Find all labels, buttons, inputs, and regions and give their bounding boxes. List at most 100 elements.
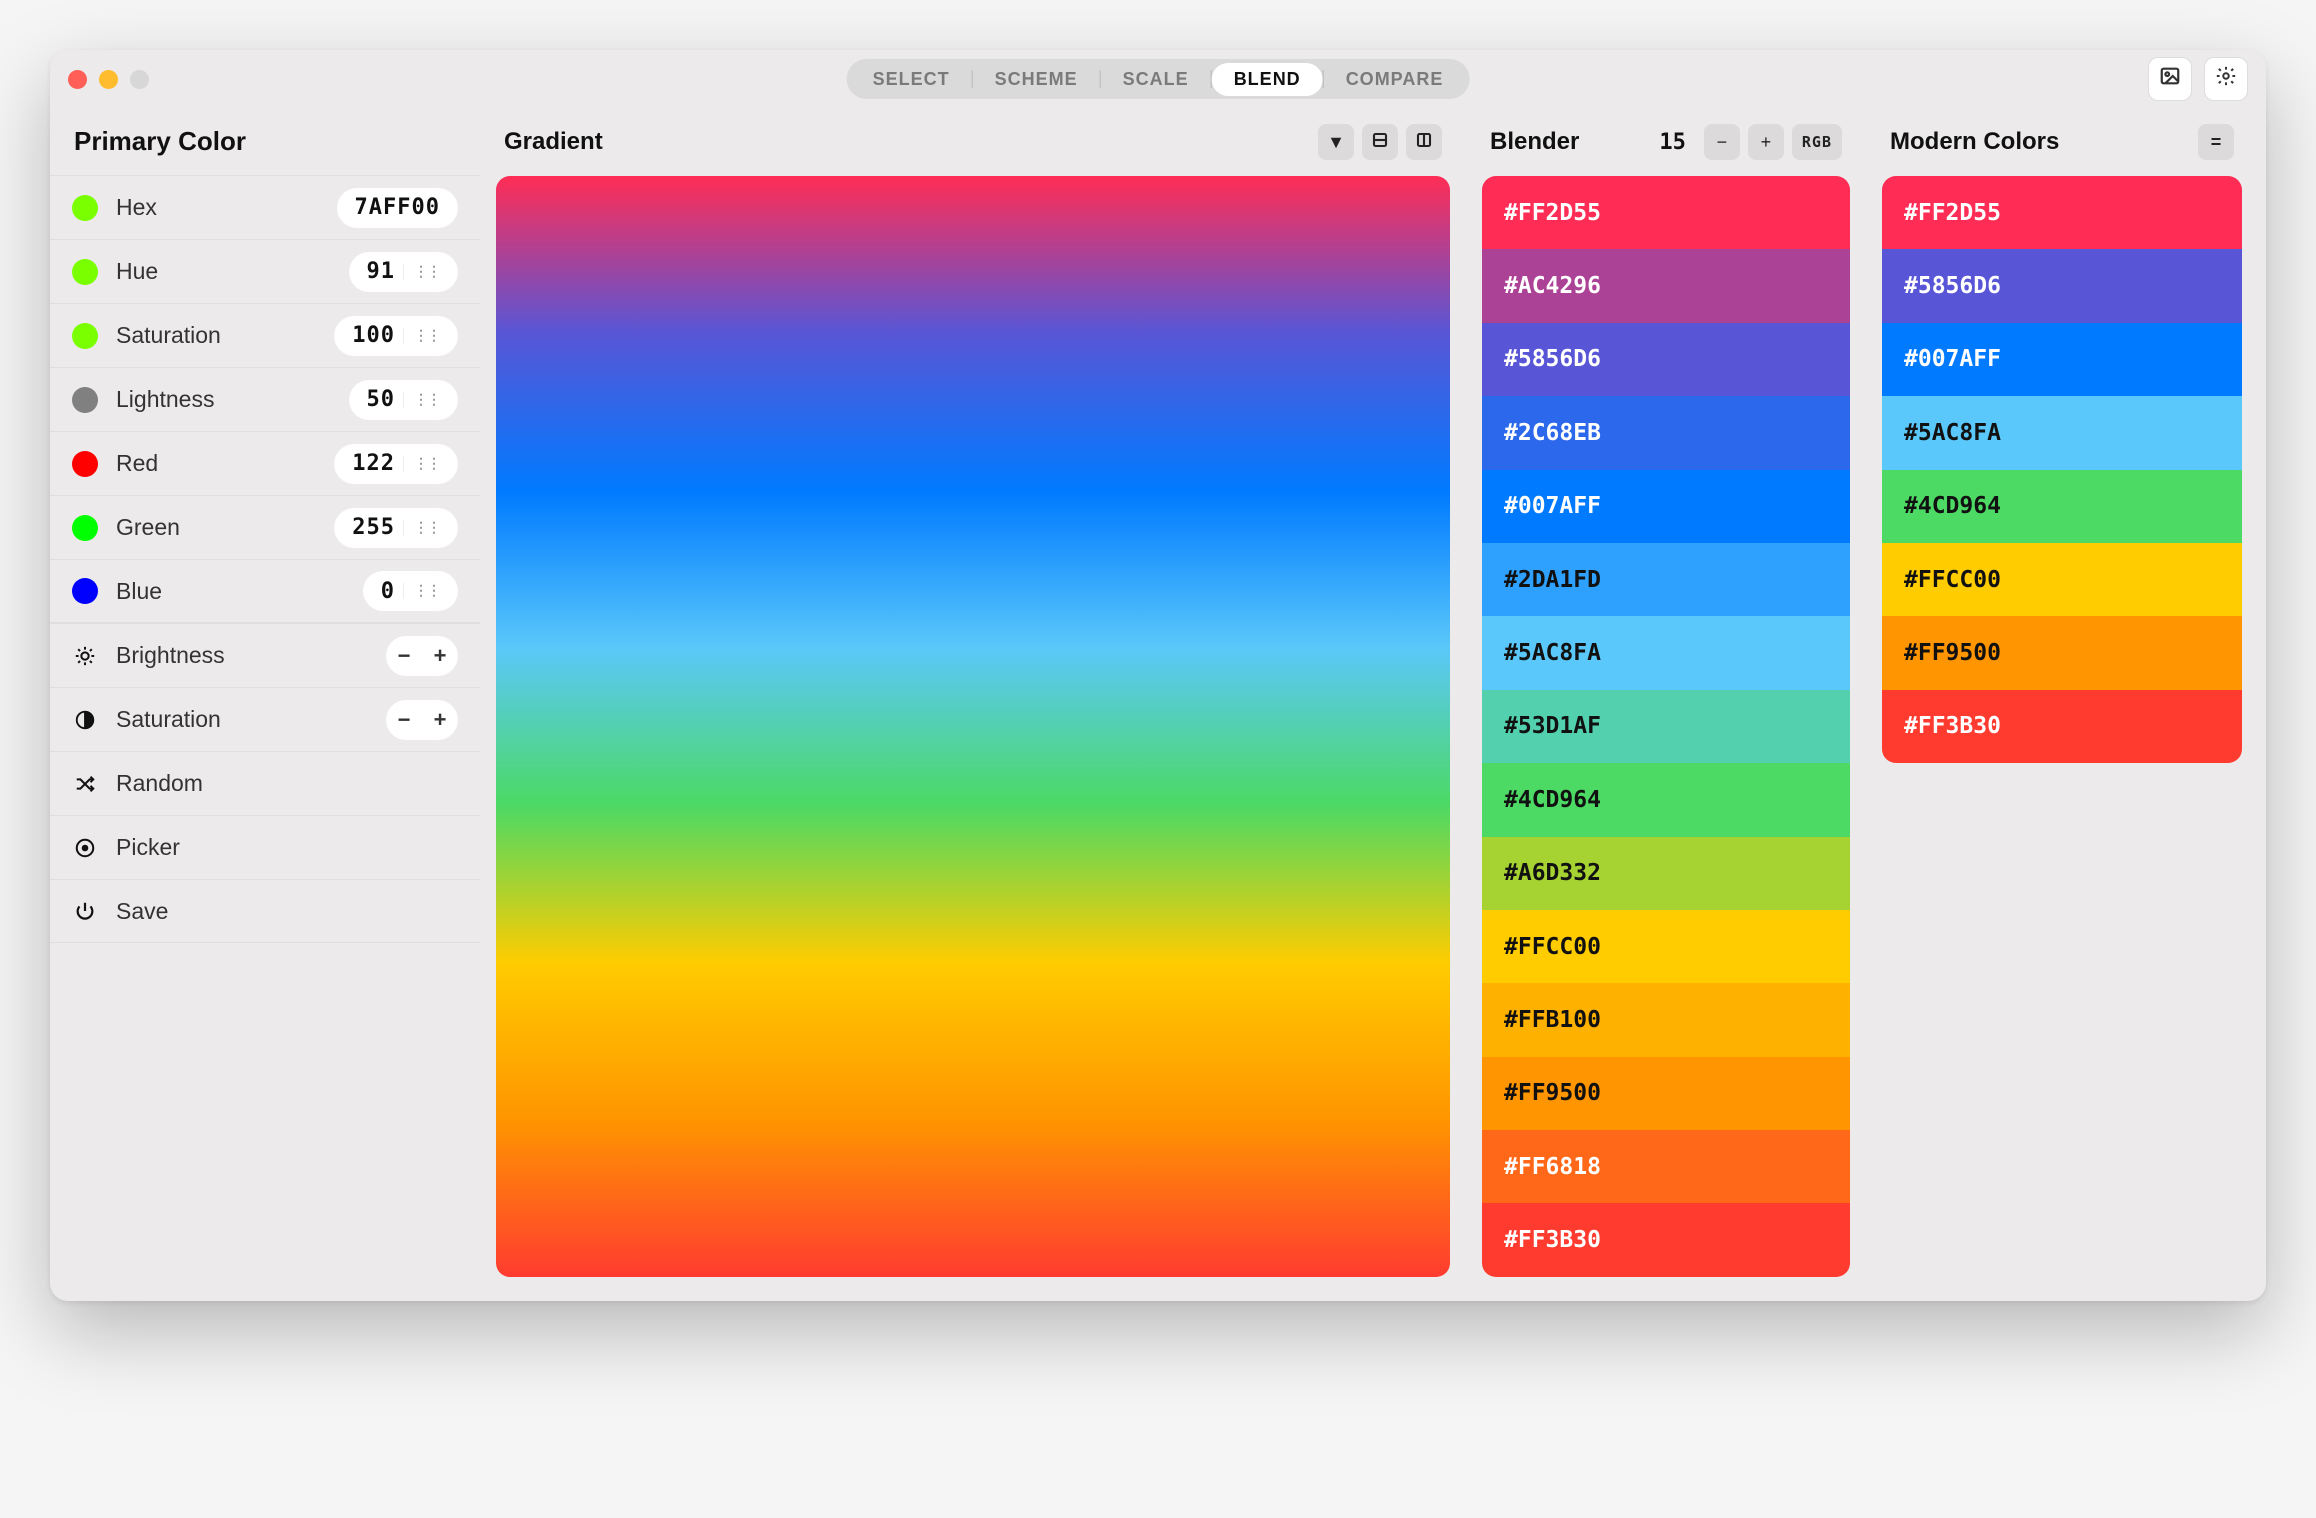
swatch-hex [72, 195, 98, 221]
modern-swatch[interactable]: #5AC8FA [1882, 396, 2242, 469]
tab-scheme[interactable]: SCHEME [973, 63, 1100, 96]
blender-increment-button[interactable]: + [1748, 124, 1784, 160]
label-blue: Blue [116, 578, 162, 605]
zoom-window-button[interactable] [130, 70, 149, 89]
saturation-value-pill[interactable]: 100⋮⋮ [334, 316, 458, 356]
blender-swatch-list: #FF2D55#AC4296#5856D6#2C68EB#007AFF#2DA1… [1482, 176, 1850, 1277]
blender-swatch[interactable]: #AC4296 [1482, 249, 1850, 322]
brightness-decrement-button[interactable]: − [386, 643, 422, 669]
swatch-hue [72, 259, 98, 285]
drag-handle-icon[interactable]: ⋮⋮ [403, 264, 440, 280]
sidebar-action-save[interactable]: Save [50, 879, 480, 943]
blender-swatch[interactable]: #007AFF [1482, 470, 1850, 543]
red-value-pill[interactable]: 122⋮⋮ [334, 444, 458, 484]
sidebar-row-hex: Hex 7AFF00 [50, 175, 480, 239]
sidebar-action-saturation2: Saturation−+ [50, 687, 480, 751]
sidebar-row-lightness: Lightness 50⋮⋮ [50, 367, 480, 431]
blender-panel: Blender 15 − + RGB #FF2D55#AC4296#5856D6… [1466, 108, 1866, 1277]
target-icon [72, 835, 98, 861]
blender-swatch[interactable]: #FF6818 [1482, 1130, 1850, 1203]
brightness-increment-button[interactable]: + [422, 643, 458, 669]
blender-swatch[interactable]: #FFB100 [1482, 983, 1850, 1056]
drag-handle-icon[interactable]: ⋮⋮ [403, 583, 440, 599]
gradient-preview [496, 176, 1450, 1277]
blender-decrement-button[interactable]: − [1704, 124, 1740, 160]
minimize-window-button[interactable] [99, 70, 118, 89]
label-hue: Hue [116, 258, 158, 285]
plus-icon: + [1761, 132, 1772, 153]
blender-swatch[interactable]: #FFCC00 [1482, 910, 1850, 983]
sidebar-action-random[interactable]: Random [50, 751, 480, 815]
blender-swatch[interactable]: #FF2D55 [1482, 176, 1850, 249]
modern-swatch[interactable]: #FF3B30 [1882, 690, 2242, 763]
app-body: Primary Color Hex7AFF00Hue91⋮⋮Saturation… [50, 108, 2266, 1301]
sidebar-action-picker[interactable]: Picker [50, 815, 480, 879]
modern-swatch[interactable]: #FFCC00 [1882, 543, 2242, 616]
brightness-icon [72, 643, 98, 669]
green-value-pill[interactable]: 255⋮⋮ [334, 508, 458, 548]
drag-handle-icon[interactable]: ⋮⋮ [403, 328, 440, 344]
settings-button[interactable] [2204, 57, 2248, 101]
modern-collapse-button[interactable]: = [2198, 124, 2234, 160]
tab-scale[interactable]: SCALE [1101, 63, 1211, 96]
blender-swatch[interactable]: #2C68EB [1482, 396, 1850, 469]
modern-swatch[interactable]: #007AFF [1882, 323, 2242, 396]
blender-swatch[interactable]: #5856D6 [1482, 323, 1850, 396]
swatch-blue [72, 578, 98, 604]
saturation2-decrement-button[interactable]: − [386, 707, 422, 733]
lightness-value-pill[interactable]: 50⋮⋮ [349, 380, 459, 420]
gradient-vertical-button[interactable] [1406, 124, 1442, 160]
swatch-saturation [72, 323, 98, 349]
gear-icon [2215, 65, 2237, 93]
blender-swatch[interactable]: #FF9500 [1482, 1057, 1850, 1130]
saturation2-increment-button[interactable]: + [422, 707, 458, 733]
label-lightness: Lightness [116, 386, 214, 413]
modern-title: Modern Colors [1890, 128, 2059, 156]
modern-swatch-list: #FF2D55#5856D6#007AFF#5AC8FA#4CD964#FFCC… [1882, 176, 2242, 763]
modern-swatch[interactable]: #4CD964 [1882, 470, 2242, 543]
drag-handle-icon[interactable]: ⋮⋮ [403, 456, 440, 472]
blender-mode-button[interactable]: RGB [1792, 124, 1842, 160]
modern-swatch[interactable]: #5856D6 [1882, 249, 2242, 322]
hue-value-pill[interactable]: 91⋮⋮ [349, 252, 459, 292]
image-button[interactable] [2148, 57, 2192, 101]
blender-swatch[interactable]: #4CD964 [1482, 763, 1850, 836]
gradient-horizontal-button[interactable] [1362, 124, 1398, 160]
hex-value-pill[interactable]: 7AFF00 [337, 188, 458, 228]
label-green: Green [116, 514, 180, 541]
tab-select[interactable]: SELECT [851, 63, 972, 96]
blue-value-pill[interactable]: 0⋮⋮ [363, 571, 458, 611]
sidebar-row-hue: Hue 91⋮⋮ [50, 239, 480, 303]
tab-compare[interactable]: COMPARE [1324, 63, 1466, 96]
horizontal-split-icon [1371, 131, 1389, 154]
close-window-button[interactable] [68, 70, 87, 89]
blender-swatch[interactable]: #53D1AF [1482, 690, 1850, 763]
label-saturation: Saturation [116, 322, 221, 349]
label-red: Red [116, 450, 158, 477]
gradient-dropdown-button[interactable]: ▼ [1318, 124, 1354, 160]
mode-tabs: SELECTSCHEMESCALEBLENDCOMPARE [847, 59, 1470, 99]
minus-icon: − [1717, 132, 1728, 153]
app-window: SELECTSCHEMESCALEBLENDCOMPARE [50, 50, 2266, 1301]
modern-swatch[interactable]: #FF9500 [1882, 616, 2242, 689]
vertical-split-icon [1415, 131, 1433, 154]
label-brightness: Brightness [116, 642, 225, 669]
blender-swatch[interactable]: #A6D332 [1482, 837, 1850, 910]
blender-swatch[interactable]: #FF3B30 [1482, 1203, 1850, 1276]
saturation-value: 100 [352, 323, 403, 348]
modern-swatch[interactable]: #FF2D55 [1882, 176, 2242, 249]
shuffle-icon [72, 771, 98, 797]
drag-handle-icon[interactable]: ⋮⋮ [403, 520, 440, 536]
swatch-lightness [72, 387, 98, 413]
drag-handle-icon[interactable]: ⋮⋮ [403, 392, 440, 408]
modern-panel: Modern Colors = #FF2D55#5856D6#007AFF#5A… [1866, 108, 2266, 1277]
blender-swatch[interactable]: #2DA1FD [1482, 543, 1850, 616]
saturation2-stepper: −+ [386, 700, 458, 740]
sidebar-row-red: Red 122⋮⋮ [50, 431, 480, 495]
label-save: Save [116, 898, 168, 925]
blender-mode-label: RGB [1802, 133, 1832, 151]
tab-blend[interactable]: BLEND [1212, 63, 1323, 96]
blender-swatch[interactable]: #5AC8FA [1482, 616, 1850, 689]
window-controls [68, 70, 149, 89]
label-hex: Hex [116, 194, 157, 221]
